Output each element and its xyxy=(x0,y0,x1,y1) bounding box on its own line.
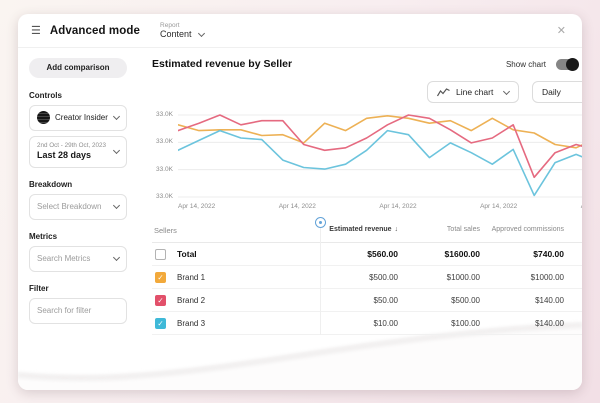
column-resize-icon[interactable] xyxy=(315,217,326,228)
show-chart-toggle[interactable] xyxy=(556,59,578,70)
breakdown-section-label: Breakdown xyxy=(29,180,127,189)
chevron-down-icon xyxy=(113,202,120,209)
panel-header: ☰ Advanced mode Report Content ✕ xyxy=(18,14,582,48)
chart-type-value: Line chart xyxy=(456,87,493,97)
total-approved-commissions: $740.00 xyxy=(486,249,570,259)
account-selector[interactable]: Creator Insider xyxy=(29,105,127,131)
report-selector[interactable]: Report Content xyxy=(160,22,204,39)
advanced-mode-panel: ☰ Advanced mode Report Content ✕ Add com… xyxy=(18,14,582,390)
date-range-detail: 2nd Oct - 29th Oct, 2023 xyxy=(37,142,106,150)
table-row-total: Total $560.00 $1600.00 $740.00 xyxy=(152,243,582,266)
total-checkbox[interactable] xyxy=(155,249,166,260)
cell-value: $100.00 xyxy=(404,319,486,328)
y-axis-label: 33.0K xyxy=(156,193,173,200)
filter-placeholder: Search for filter xyxy=(37,306,91,315)
cell-value: $500.00 xyxy=(404,296,486,305)
row-label: Total xyxy=(177,249,197,259)
date-range-selector[interactable]: 2nd Oct - 29th Oct, 2023 Last 28 days xyxy=(29,136,127,168)
x-axis-label: Apr 14, 2022 xyxy=(581,203,582,210)
chevron-down-icon xyxy=(113,113,120,120)
chevron-down-icon xyxy=(113,254,120,261)
cell-value: $10.00 xyxy=(320,319,404,328)
sellers-table: Sellers Estimated revenue ↓ Total sales … xyxy=(152,219,582,335)
controls-section-label: Controls xyxy=(29,91,127,100)
column-header-estimated-revenue[interactable]: Estimated revenue ↓ xyxy=(320,226,404,234)
row-label: Brand 2 xyxy=(177,296,205,305)
date-range-value: Last 28 days xyxy=(37,150,106,161)
column-header-total-sales[interactable]: Total sales xyxy=(404,226,486,234)
report-label: Report xyxy=(160,22,204,29)
page-title: Advanced mode xyxy=(50,25,140,37)
revenue-line-chart: 33.0K 33.0K 33.0K 33.0K xyxy=(152,107,582,203)
creator-avatar xyxy=(37,111,50,124)
brand3-checkbox[interactable]: ✓ xyxy=(155,318,166,329)
cell-value: $140.00 xyxy=(486,296,570,305)
filter-input[interactable]: Search for filter xyxy=(29,298,127,324)
x-axis-label: Apr 14, 2022 xyxy=(279,203,316,210)
close-icon[interactable]: ✕ xyxy=(554,22,569,39)
panel-body: Add comparison Controls Creator Insider … xyxy=(18,48,582,390)
y-axis-label: 33.0K xyxy=(156,138,173,145)
toggle-knob xyxy=(566,58,579,71)
line-chart-icon xyxy=(437,88,450,97)
table-row: ✓ Brand 1 $500.00 $1000.00 $1000.00 xyxy=(152,266,582,289)
y-axis-label: 33.0K xyxy=(156,111,173,118)
x-axis: Apr 14, 2022 Apr 14, 2022 Apr 14, 2022 A… xyxy=(178,203,582,210)
table-header-row: Sellers Estimated revenue ↓ Total sales … xyxy=(152,219,582,243)
granularity-selector[interactable]: Daily xyxy=(532,81,582,103)
column-header-approved-commissions[interactable]: Approved commissions xyxy=(486,226,570,234)
page-background: ☰ Advanced mode Report Content ✕ Add com… xyxy=(0,0,600,403)
show-chart-label: Show chart xyxy=(506,60,546,69)
y-axis-label: 33.0K xyxy=(156,166,173,173)
row-label: Brand 3 xyxy=(177,319,205,328)
chart-plot-area[interactable] xyxy=(178,107,582,203)
report-main: Estimated revenue by Seller Show chart xyxy=(136,48,582,390)
metrics-selector[interactable]: Search Metrics xyxy=(29,246,127,272)
table-row: ✓ Brand 2 $50.00 $500.00 $140.00 xyxy=(152,289,582,312)
column-divider xyxy=(320,219,321,335)
total-total-sales: $1600.00 xyxy=(404,249,486,259)
breakdown-placeholder: Select Breakdown xyxy=(37,202,101,211)
metrics-section-label: Metrics xyxy=(29,232,127,241)
row-label: Brand 1 xyxy=(177,273,205,282)
chevron-down-icon xyxy=(198,29,205,36)
filter-section-label: Filter xyxy=(29,284,127,293)
cell-value: $1000.00 xyxy=(404,273,486,282)
cell-value: $1000.00 xyxy=(486,273,570,282)
breakdown-selector[interactable]: Select Breakdown xyxy=(29,194,127,220)
brand1-checkbox[interactable]: ✓ xyxy=(155,272,166,283)
chart-type-selector[interactable]: Line chart xyxy=(427,81,519,103)
controls-sidebar: Add comparison Controls Creator Insider … xyxy=(18,48,136,390)
menu-icon[interactable]: ☰ xyxy=(31,24,41,37)
x-axis-label: Apr 14, 2022 xyxy=(379,203,416,210)
report-value: Content xyxy=(160,29,192,39)
y-axis: 33.0K 33.0K 33.0K 33.0K xyxy=(152,107,178,203)
chevron-down-icon xyxy=(113,147,120,154)
x-axis-label: Apr 14, 2022 xyxy=(178,203,215,210)
brand2-checkbox[interactable]: ✓ xyxy=(155,295,166,306)
chevron-down-icon xyxy=(503,87,510,94)
account-name: Creator Insider xyxy=(55,113,108,122)
cell-value: $50.00 xyxy=(320,296,404,305)
section-title: Estimated revenue by Seller xyxy=(152,58,292,70)
add-comparison-button[interactable]: Add comparison xyxy=(29,58,127,78)
granularity-value: Daily xyxy=(542,87,561,97)
metrics-placeholder: Search Metrics xyxy=(37,254,90,263)
cell-value: $500.00 xyxy=(320,273,404,282)
x-axis-label: Apr 14, 2022 xyxy=(480,203,517,210)
cell-value: $140.00 xyxy=(486,319,570,328)
sort-descending-icon: ↓ xyxy=(395,226,399,233)
table-row: ✓ Brand 3 $10.00 $100.00 $140.00 xyxy=(152,312,582,335)
column-header-sellers[interactable]: Sellers xyxy=(152,226,320,235)
total-estimated-revenue: $560.00 xyxy=(320,249,404,259)
